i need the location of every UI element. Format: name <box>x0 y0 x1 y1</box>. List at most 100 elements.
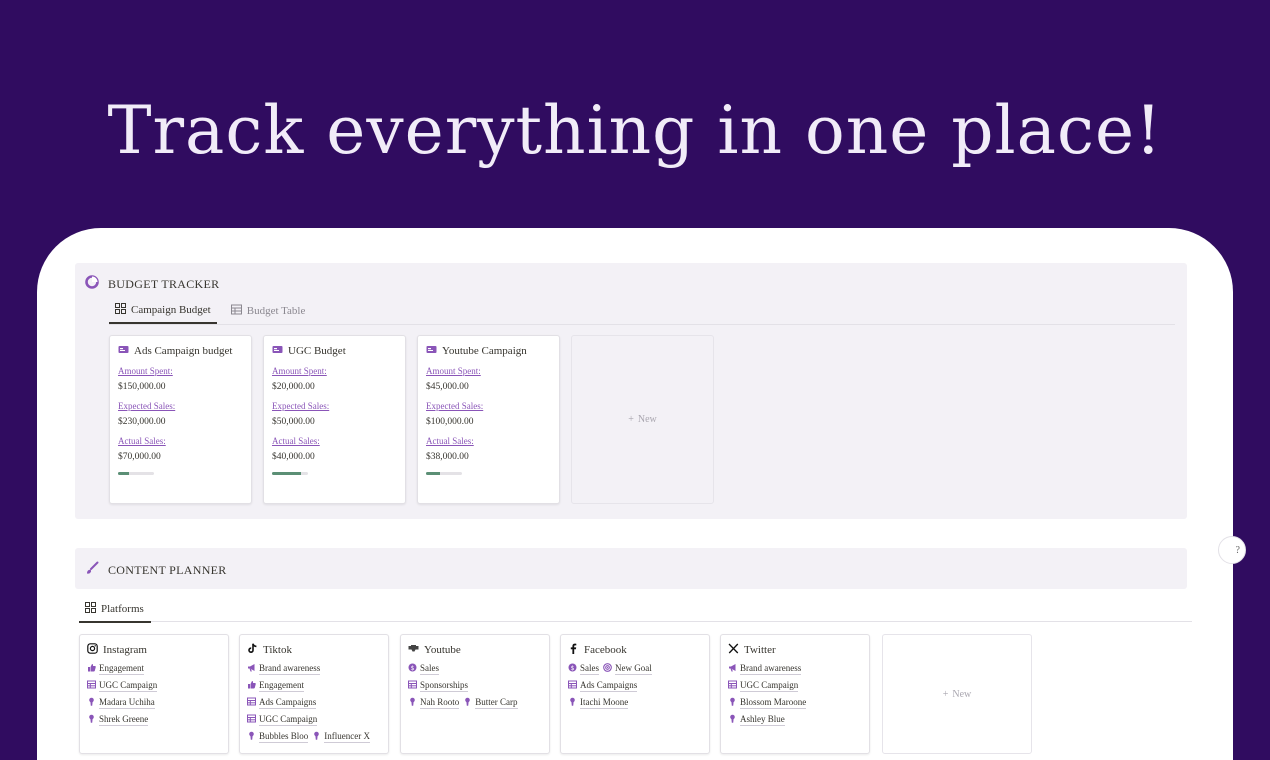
new-platform-card-button[interactable]: + New <box>882 634 1032 754</box>
person-icon <box>728 697 737 708</box>
money-bag-icon: $ <box>408 663 417 674</box>
platform-card[interactable]: Facebook $ Sales New Goal Ads Campaigns I… <box>560 634 710 754</box>
tab-campaign-budget[interactable]: Campaign Budget <box>109 297 217 324</box>
new-label: New <box>637 414 657 425</box>
content-planner-title: CONTENT PLANNER <box>108 562 227 577</box>
table-icon <box>728 680 737 691</box>
campaign-label: Sponsorships <box>420 679 469 692</box>
content-view-tabs: Platforms <box>79 596 1192 623</box>
tab-platforms[interactable]: Platforms <box>79 596 151 623</box>
table-icon <box>247 714 256 725</box>
progress-bar <box>272 472 308 475</box>
id-card-icon <box>426 344 437 358</box>
goal-label: Engagement <box>259 679 304 692</box>
id-card-icon <box>118 344 129 358</box>
goal-label: Engagement <box>99 662 144 675</box>
hero-title: Track everything in one place! <box>107 92 1163 169</box>
goal-label: New Goal <box>615 662 652 675</box>
platform-name: Facebook <box>584 644 627 656</box>
workspace-panel: BUDGET TRACKER Campaign Budget Budget Ta… <box>37 228 1246 760</box>
expected-sales-label: Expected Sales: <box>426 401 484 411</box>
platform-card[interactable]: Instagram Engagement UGC Campaign Madara… <box>79 634 229 754</box>
help-button[interactable]: ? <box>1218 536 1246 564</box>
table-icon <box>247 697 256 708</box>
budget-card[interactable]: Youtube Campaign Amount Spent: $45,000.0… <box>417 335 560 504</box>
budget-card-title: Ads Campaign budget <box>134 345 233 357</box>
x-twitter-icon <box>728 643 739 657</box>
table-icon <box>568 680 577 691</box>
gallery-icon <box>85 601 96 616</box>
person-icon <box>408 697 417 708</box>
goal-label: Brand awareness <box>259 662 321 675</box>
expected-sales-label: Expected Sales: <box>118 401 176 411</box>
content-planner-section: CONTENT PLANNER <box>75 548 1187 589</box>
new-budget-card-button[interactable]: + New <box>571 335 714 504</box>
expected-sales-value: $50,000.00 <box>272 417 315 427</box>
actual-sales-label: Actual Sales: <box>426 436 474 446</box>
svg-text:$: $ <box>411 665 415 672</box>
tab-budget-table[interactable]: Budget Table <box>225 297 312 324</box>
platform-name: Tiktok <box>263 644 292 656</box>
person-label: Nah Rooto <box>420 696 460 709</box>
person-icon <box>87 697 96 708</box>
target-icon <box>603 663 612 674</box>
plus-icon: + <box>628 414 634 425</box>
plus-icon: + <box>942 688 949 700</box>
megaphone-icon <box>247 663 256 674</box>
person-label: Influencer X <box>324 730 370 743</box>
facebook-icon <box>568 643 579 657</box>
platform-card[interactable]: Tiktok Brand awareness Engagement Ads Ca… <box>239 634 389 754</box>
id-card-icon <box>272 344 283 358</box>
platform-name: Twitter <box>744 644 776 656</box>
question-mark-icon: ? <box>1235 544 1240 556</box>
person-icon <box>312 731 321 742</box>
new-label: New <box>952 688 972 700</box>
amount-spent-value: $20,000.00 <box>272 382 315 392</box>
person-icon <box>568 697 577 708</box>
expected-sales-label: Expected Sales: <box>272 401 330 411</box>
progress-bar <box>426 472 462 475</box>
progress-bar <box>118 472 154 475</box>
campaign-label: UGC Campaign <box>740 679 799 692</box>
content-planner-header: CONTENT PLANNER <box>85 561 227 579</box>
campaign-label: Ads Campaigns <box>580 679 638 692</box>
person-label: Butter Carp <box>475 696 518 709</box>
amount-spent-label: Amount Spent: <box>272 366 327 376</box>
campaign-label: UGC Campaign <box>259 713 318 726</box>
budget-card[interactable]: UGC Budget Amount Spent: $20,000.00 Expe… <box>263 335 406 504</box>
goal-label: Sales <box>580 662 599 675</box>
table-icon <box>230 304 242 318</box>
gallery-icon <box>115 302 126 317</box>
platform-card[interactable]: Youtube $ Sales Sponsorships Nah Rooto Bu… <box>400 634 550 754</box>
platform-name: Instagram <box>103 644 147 656</box>
amount-spent-value: $150,000.00 <box>118 382 166 392</box>
budget-card[interactable]: Ads Campaign budget Amount Spent: $150,0… <box>109 335 252 504</box>
person-icon <box>247 731 256 742</box>
person-icon <box>87 714 96 725</box>
tab-label: Budget Table <box>246 304 306 317</box>
amount-spent-label: Amount Spent: <box>118 366 173 376</box>
budget-view-tabs: Campaign Budget Budget Table <box>109 297 1175 325</box>
budget-tracker-header: BUDGET TRACKER <box>85 275 219 293</box>
actual-sales-label: Actual Sales: <box>272 436 320 446</box>
actual-sales-value: $40,000.00 <box>272 452 315 462</box>
actual-sales-value: $38,000.00 <box>426 452 469 462</box>
actual-sales-value: $70,000.00 <box>118 452 161 462</box>
budget-tracker-title: BUDGET TRACKER <box>108 276 220 291</box>
platform-name: Youtube <box>424 644 461 656</box>
person-label: Blossom Maroone <box>740 696 807 709</box>
megaphone-icon <box>728 663 737 674</box>
amount-spent-value: $45,000.00 <box>426 382 469 392</box>
campaign-label: Ads Campaigns <box>259 696 317 709</box>
platform-card[interactable]: Twitter Brand awareness UGC Campaign Blo… <box>720 634 870 754</box>
youtube-icon <box>408 643 419 657</box>
table-icon <box>87 680 96 691</box>
person-label: Ashley Blue <box>740 713 785 726</box>
tab-label: Campaign Budget <box>131 303 211 316</box>
budget-card-title: Youtube Campaign <box>442 345 527 357</box>
goal-label: Brand awareness <box>740 662 802 675</box>
budget-card-title: UGC Budget <box>288 345 346 357</box>
brush-icon <box>85 561 99 579</box>
expected-sales-value: $100,000.00 <box>426 417 474 427</box>
money-bag-icon: $ <box>568 663 577 674</box>
